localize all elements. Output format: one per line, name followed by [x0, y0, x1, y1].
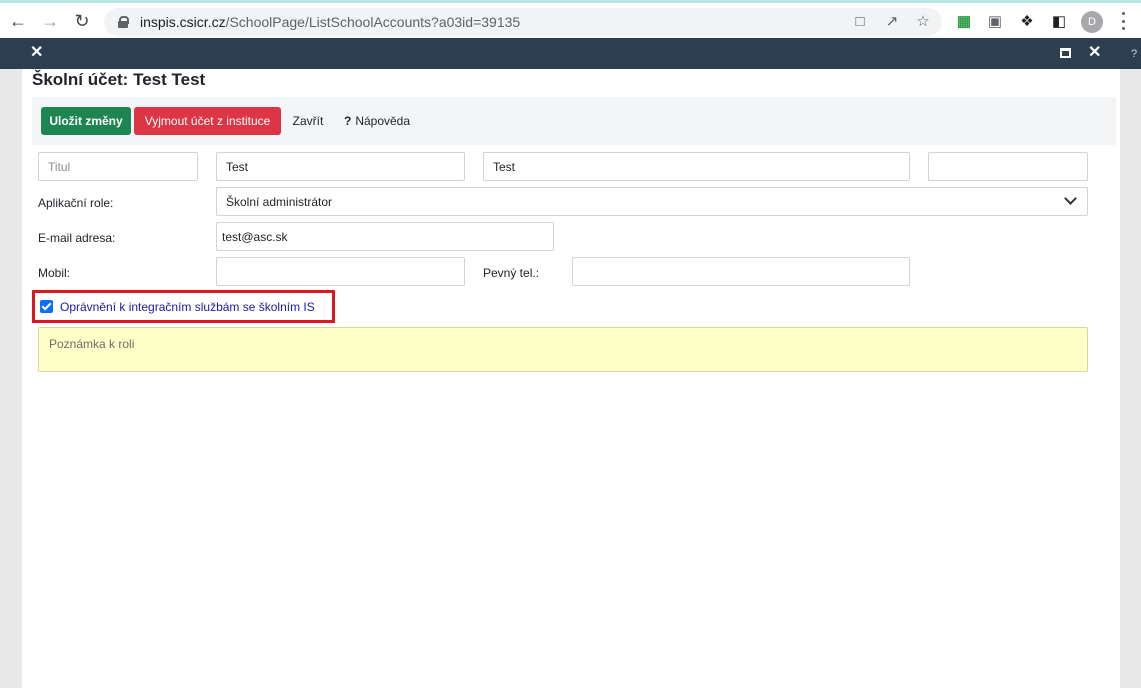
last-name-input[interactable]: Test: [483, 152, 910, 181]
landline-label: Pevný tel.:: [483, 266, 540, 280]
email-field[interactable]: test@asc.sk: [216, 222, 554, 251]
close-button[interactable]: Zavřít: [288, 107, 328, 135]
translate-icon[interactable]: □: [851, 12, 869, 30]
landline-field[interactable]: [572, 257, 910, 286]
screenshot-icon[interactable]: ▣: [986, 12, 1004, 30]
maximize-icon[interactable]: [1060, 48, 1071, 58]
email-label: E-mail adresa:: [38, 231, 116, 245]
role-label: Aplikační role:: [38, 196, 114, 210]
help-label: Nápověda: [355, 114, 411, 128]
dialog-toolbar: Uložit změny Vyjmout účet z instituce Za…: [32, 97, 1116, 145]
mobile-label: Mobil:: [38, 266, 71, 280]
url-path: /SchoolPage/ListSchoolAccounts?a03id=391…: [225, 14, 521, 30]
dialog-titlebar: ✕ ✕: [22, 38, 1120, 69]
role-select[interactable]: Školní administrátor: [216, 187, 1088, 216]
remove-from-institution-button[interactable]: Vyjmout účet z instituce: [134, 107, 281, 135]
save-button[interactable]: Uložit změny: [41, 107, 131, 135]
back-arrow-icon[interactable]: ←: [6, 9, 30, 33]
dialog-title: Školní účet: Test Test: [32, 70, 206, 89]
role-note-textarea[interactable]: Poznámka k roli: [38, 327, 1088, 372]
profile-avatar[interactable]: D: [1081, 11, 1103, 33]
help-icon: ?: [343, 114, 352, 128]
close-icon[interactable]: ✕: [30, 44, 46, 62]
forward-arrow-icon[interactable]: →: [38, 9, 62, 33]
lock-icon: [118, 16, 129, 28]
reload-icon[interactable]: ↻: [70, 9, 94, 33]
integration-checkbox-label[interactable]: Oprávnění k integračním službám se školn…: [60, 300, 315, 314]
browser-toolbar: ← → ↻ inspis.csicr.cz/SchoolPage/ListSch…: [0, 0, 1141, 38]
integration-checkbox[interactable]: [40, 300, 53, 313]
page-help-icon[interactable]: ?: [1131, 48, 1137, 60]
extensions-puzzle-icon[interactable]: ❖: [1018, 12, 1036, 30]
account-dialog: ✕ ✕ Školní účet: Test Test Uložit změny …: [22, 38, 1120, 688]
first-name-input[interactable]: Test: [216, 152, 465, 181]
mobile-field[interactable]: [216, 257, 465, 286]
chevron-down-icon: [1064, 192, 1077, 205]
role-select-value: Školní administrátor: [226, 194, 333, 209]
share-icon[interactable]: ↗: [883, 12, 901, 30]
bookmark-star-icon[interactable]: ☆: [914, 12, 932, 30]
side-panel-icon[interactable]: ◧: [1050, 12, 1068, 30]
title-after-input[interactable]: [928, 152, 1088, 181]
address-bar[interactable]: inspis.csicr.cz/SchoolPage/ListSchoolAcc…: [104, 8, 942, 36]
extension-e-icon[interactable]: ▦: [955, 12, 973, 30]
url-host: inspis.csicr.cz: [140, 14, 226, 30]
title-input[interactable]: Titul: [38, 152, 198, 181]
help-button[interactable]: ? Nápověda: [340, 107, 414, 135]
close-icon[interactable]: ✕: [1088, 44, 1104, 62]
browser-menu-icon[interactable]: [1120, 12, 1126, 30]
